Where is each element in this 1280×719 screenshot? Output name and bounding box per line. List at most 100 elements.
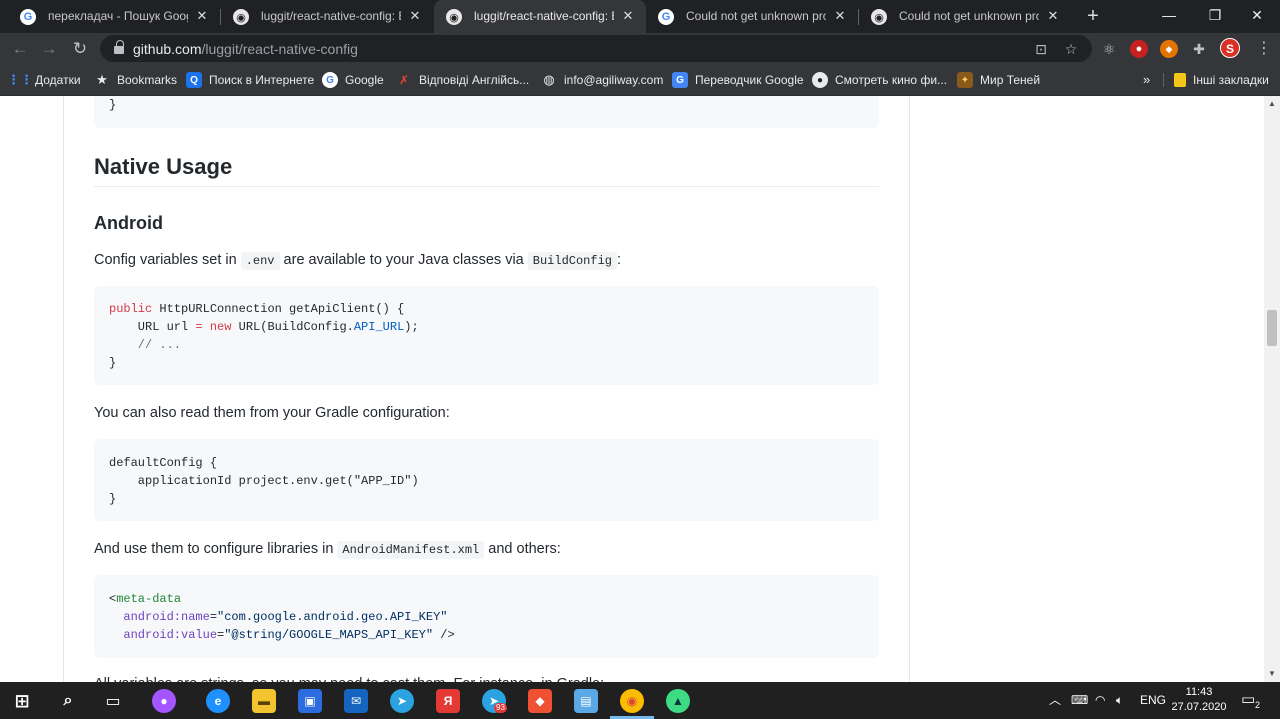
alice-assistant-icon[interactable]: ● bbox=[152, 689, 176, 713]
tray-overflow-icon[interactable]: ︿ bbox=[1049, 692, 1061, 708]
windows-taskbar: ⊞ ⌕ ▭ ● e ▬ ▣ ✉ ➤ Я ➤ 93 ◆ ▤ ◉ ▲ ︿ ⌨ ◠ 🔈… bbox=[0, 682, 1280, 719]
bookmark-answers[interactable]: ✗ Відповіді Англійсь... bbox=[396, 71, 529, 89]
restore-icon[interactable]: ❐ bbox=[1192, 0, 1238, 30]
bookmark-label: Додатки bbox=[35, 73, 81, 87]
bookmark-star-icon[interactable]: ☆ bbox=[1062, 40, 1080, 58]
bookmark-label: info@agiliway.com bbox=[564, 73, 664, 87]
github-icon: ◉ bbox=[233, 9, 249, 25]
close-icon[interactable]: ✕ bbox=[407, 8, 423, 24]
profile-avatar[interactable]: S bbox=[1220, 38, 1240, 58]
tab-google-search[interactable]: G перекладач - Пошук Google ✕ bbox=[8, 0, 220, 33]
page-viewport: } Native Usage Android Config variables … bbox=[0, 96, 1264, 682]
new-tab-icon[interactable]: + bbox=[1082, 5, 1104, 27]
keyboard-layout-icon[interactable]: ⌨ bbox=[1071, 692, 1088, 708]
tab-could-not-get-2[interactable]: ◉ Could not get unknown prope ✕ bbox=[859, 0, 1071, 33]
extensions-puzzle-icon[interactable]: ✚ bbox=[1190, 40, 1208, 58]
keyword-token: public bbox=[109, 302, 153, 316]
forward-arrow-icon[interactable]: → bbox=[37, 37, 61, 61]
tab-title: Could not get unknown prope bbox=[899, 9, 1039, 23]
search-icon[interactable]: ⌕ bbox=[56, 689, 80, 713]
language-indicator[interactable]: ENG bbox=[1140, 692, 1166, 708]
close-icon[interactable]: ✕ bbox=[620, 8, 636, 24]
extension-red-icon[interactable]: ● bbox=[1130, 40, 1148, 58]
folder-icon bbox=[1174, 73, 1186, 87]
bookmark-shadow-world[interactable]: ✦ Мир Теней bbox=[957, 71, 1040, 89]
address-bar[interactable]: github.com/luggit/react-native-config ⊡ … bbox=[100, 35, 1092, 62]
bookmarks-bar: ⋮⋮ Додатки ★ Bookmarks Q Поиск в Интерне… bbox=[0, 64, 1280, 96]
translate-icon: G bbox=[672, 72, 688, 88]
code-token: URL(BuildConfig. bbox=[231, 320, 354, 334]
browser-toolbar: ← → ↻ github.com/luggit/react-native-con… bbox=[0, 33, 1280, 64]
close-icon[interactable]: ✕ bbox=[1045, 8, 1061, 24]
search-icon: Q bbox=[186, 72, 202, 88]
volume-icon[interactable]: 🔈︎ bbox=[1116, 692, 1123, 708]
back-arrow-icon[interactable]: ← bbox=[8, 37, 32, 61]
code-line: android:name="com.google.android.geo.API… bbox=[109, 608, 447, 626]
react-devtools-icon[interactable]: ⚛ bbox=[1100, 40, 1118, 58]
code-line: defaultConfig { bbox=[109, 456, 218, 470]
bookmark-google[interactable]: G Google bbox=[322, 71, 384, 89]
chrome-icon[interactable]: ◉ bbox=[620, 689, 644, 713]
heading-native-usage: Native Usage bbox=[94, 154, 879, 187]
text: and others: bbox=[488, 541, 561, 557]
google-icon: G bbox=[322, 72, 338, 88]
reload-icon[interactable]: ↻ bbox=[68, 37, 92, 61]
bookmark-label: Інші закладки bbox=[1193, 73, 1269, 87]
bookmark-watch-movies[interactable]: ● Смотреть кино фи... bbox=[812, 71, 947, 89]
inline-code-env: .env bbox=[240, 252, 280, 270]
code-block-java: public HttpURLConnection getApiClient() … bbox=[94, 286, 879, 385]
code-line: android:value="@string/GOOGLE_MAPS_API_K… bbox=[109, 626, 454, 644]
google-icon: G bbox=[658, 9, 674, 25]
close-icon[interactable]: ✕ bbox=[194, 8, 210, 24]
clock-time: 11:43 bbox=[1185, 686, 1213, 698]
notification-count-badge: 2 bbox=[1255, 700, 1261, 710]
mail-icon[interactable]: ✉ bbox=[344, 689, 368, 713]
text: And use them to configure libraries in bbox=[94, 541, 334, 557]
edge-icon[interactable]: e bbox=[206, 689, 230, 713]
text: Config variables set in bbox=[94, 252, 237, 268]
menu-dots-icon[interactable]: ⋮ bbox=[1254, 37, 1274, 61]
code-block-previous: } bbox=[94, 96, 879, 128]
translate-icon[interactable]: ⊡ bbox=[1032, 40, 1050, 58]
bookmark-bookmarks[interactable]: ★ Bookmarks bbox=[94, 71, 177, 89]
bookmark-search-internet[interactable]: Q Поиск в Интернете bbox=[186, 71, 314, 89]
clock[interactable]: 11:43 27.07.2020 bbox=[1170, 685, 1228, 715]
bookmark-apps[interactable]: ⋮⋮ Додатки bbox=[7, 71, 81, 89]
notepad-icon[interactable]: ▤ bbox=[574, 689, 598, 713]
lock-icon[interactable] bbox=[114, 40, 124, 54]
telegram-icon[interactable]: ➤ bbox=[390, 689, 414, 713]
movie-icon: ● bbox=[812, 72, 828, 88]
page-scrollbar[interactable]: ▲ ▼ bbox=[1264, 96, 1280, 682]
scroll-up-arrow-icon[interactable]: ▲ bbox=[1264, 96, 1280, 112]
yandex-browser-icon[interactable]: Я bbox=[436, 689, 460, 713]
windows-start-icon[interactable]: ⊞ bbox=[10, 689, 34, 713]
store-icon[interactable]: ▣ bbox=[298, 689, 322, 713]
wifi-icon[interactable]: ◠ bbox=[1095, 692, 1105, 708]
tab-title: Could not get unknown prope bbox=[686, 9, 826, 23]
android-studio-icon[interactable]: ▲ bbox=[666, 689, 690, 713]
tab-could-not-get-1[interactable]: G Could not get unknown prope ✕ bbox=[646, 0, 858, 33]
bookmark-other-bookmarks[interactable]: Інші закладки bbox=[1174, 71, 1269, 89]
file-explorer-icon[interactable]: ▬ bbox=[252, 689, 276, 713]
clock-date: 27.07.2020 bbox=[1171, 701, 1227, 713]
bookmark-info-agiliway[interactable]: ◍ info@agiliway.com bbox=[541, 71, 663, 89]
notification-center-icon[interactable]: ▭ bbox=[1241, 692, 1255, 708]
bookmarks-overflow-icon[interactable]: » bbox=[1143, 71, 1150, 89]
code-line: URL url = new URL(BuildConfig.API_URL); bbox=[109, 318, 419, 336]
scrollbar-thumb[interactable] bbox=[1267, 310, 1277, 346]
tab-react-native-config-1[interactable]: ◉ luggit/react-native-config: Brin ✕ bbox=[221, 0, 433, 33]
bookmark-label: Відповіді Англійсь... bbox=[419, 73, 530, 87]
tab-title: luggit/react-native-config: Brin bbox=[474, 9, 614, 23]
code-token: URL url bbox=[109, 320, 196, 334]
url-text[interactable]: github.com/luggit/react-native-config bbox=[133, 41, 358, 57]
close-icon[interactable]: ✕ bbox=[832, 8, 848, 24]
extension-orange-icon[interactable]: ◆ bbox=[1160, 40, 1178, 58]
task-view-icon[interactable]: ▭ bbox=[101, 689, 125, 713]
window-close-icon[interactable]: ✕ bbox=[1234, 0, 1280, 30]
minimize-icon[interactable]: — bbox=[1146, 0, 1192, 30]
tab-react-native-config-active[interactable]: ◉ luggit/react-native-config: Brin ✕ bbox=[434, 0, 646, 33]
string-token: "@string/GOOGLE_MAPS_API_KEY" bbox=[224, 628, 434, 642]
bookmark-google-translate[interactable]: G Переводчик Google bbox=[672, 71, 804, 89]
git-icon[interactable]: ◆ bbox=[528, 689, 552, 713]
scroll-down-arrow-icon[interactable]: ▼ bbox=[1264, 666, 1280, 682]
